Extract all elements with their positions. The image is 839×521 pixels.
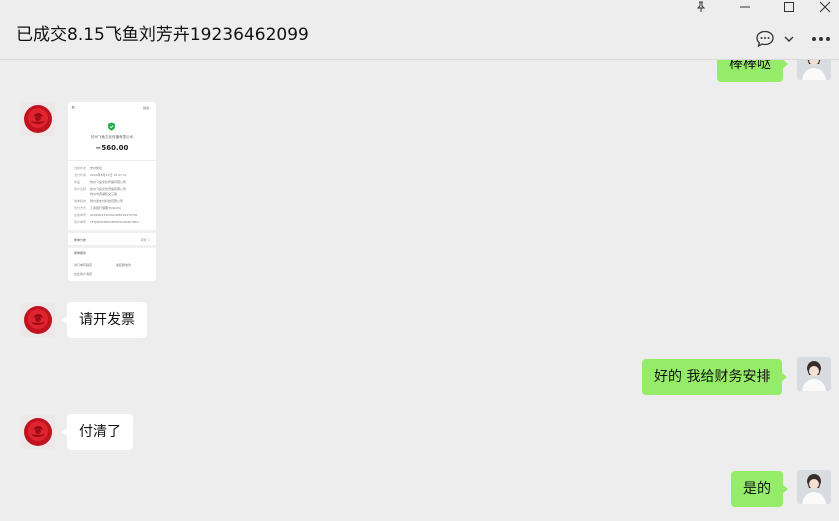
receipt-service: 对订单有疑惑 bbox=[74, 263, 93, 267]
receipt-value: 1FTJ8S9F8S0D8S9F0a5D8b7Bb4 bbox=[90, 220, 139, 224]
receipt-key: 交易单号 bbox=[74, 213, 87, 217]
receipt-key bbox=[74, 192, 90, 196]
receipt-value: 杭州市西湖区文三路 bbox=[90, 192, 118, 196]
maximize-icon[interactable] bbox=[777, 0, 801, 14]
title-bar: 已成交8.15飞鱼刘芳卉19236462099 bbox=[0, 0, 839, 60]
message-bubble[interactable]: 好的 我给财务安排 bbox=[642, 359, 788, 395]
receipt-category-link: 转账 > bbox=[140, 238, 150, 242]
avatar[interactable] bbox=[797, 60, 831, 80]
receipt-key: 收单机构 bbox=[74, 199, 87, 203]
avatar[interactable] bbox=[797, 470, 831, 504]
receipt-value: 支付成功 bbox=[90, 166, 103, 170]
receipt-value: 杭州飞鱼文化传播有限公司 bbox=[90, 180, 127, 184]
avatar[interactable] bbox=[21, 303, 55, 337]
avatar[interactable] bbox=[21, 102, 55, 136]
more-icon[interactable] bbox=[810, 29, 832, 49]
chat-bubble-icon[interactable] bbox=[754, 29, 776, 49]
chevron-down-icon[interactable] bbox=[782, 29, 796, 49]
shield-icon bbox=[107, 122, 116, 131]
receipt-key: 商户单号 bbox=[74, 220, 87, 224]
avatar[interactable] bbox=[21, 415, 55, 449]
pin-icon[interactable] bbox=[689, 0, 713, 14]
message-bubble[interactable]: 请开发票 bbox=[62, 302, 147, 338]
message-bubble[interactable]: 是的 bbox=[731, 471, 788, 507]
receipt-amount: −560.00 bbox=[95, 144, 129, 152]
receipt-merchant: 杭州飞鱼文化传播有限公司 bbox=[91, 135, 133, 139]
receipt-key: 商品 bbox=[74, 180, 81, 184]
receipt-service: 在此商户消费 bbox=[74, 272, 93, 276]
chat-title: 已成交8.15飞鱼刘芳卉19236462099 bbox=[16, 25, 309, 45]
receipt-value: 杭州飞鱼文化传播有限公司 bbox=[90, 187, 127, 191]
receipt-key: 当前状态 bbox=[74, 166, 87, 170]
receipt-key: 支付方式 bbox=[74, 206, 87, 210]
avatar[interactable] bbox=[797, 357, 831, 391]
message-bubble[interactable]: 棒棒哒 bbox=[717, 60, 788, 82]
receipt-value: 工商银行储蓄卡(9626) bbox=[90, 206, 121, 210]
payment-receipt-image[interactable]: × 投诉 ··· 杭州飞鱼文化传播有限公司 −560.00 当前状态 支付成功 支… bbox=[68, 102, 156, 281]
receipt-value: 2024年8月15日 16:37:11 bbox=[90, 173, 127, 177]
receipt-category: 账单分类 bbox=[74, 238, 87, 242]
receipt-complaint: 投诉 ··· bbox=[143, 106, 153, 110]
receipt-key: 商户全称 bbox=[74, 187, 87, 191]
receipt-value: 财付通支付科技有限公司 bbox=[90, 199, 124, 203]
close-icon: × bbox=[71, 105, 76, 111]
close-icon[interactable] bbox=[813, 0, 837, 14]
minimize-icon[interactable] bbox=[733, 0, 757, 14]
receipt-service-title: 账单服务 bbox=[74, 251, 87, 255]
receipt-value: 4200002322202408155270781 bbox=[90, 213, 138, 217]
receipt-service: 发起群收款 bbox=[116, 263, 132, 267]
receipt-key: 支付时间 bbox=[74, 173, 87, 177]
message-bubble[interactable]: 付清了 bbox=[62, 414, 133, 450]
message-list[interactable]: 棒棒哒 × 投诉 ··· 杭州飞鱼文化传播有限公司 −560.00 当前状态 支付… bbox=[0, 60, 839, 521]
